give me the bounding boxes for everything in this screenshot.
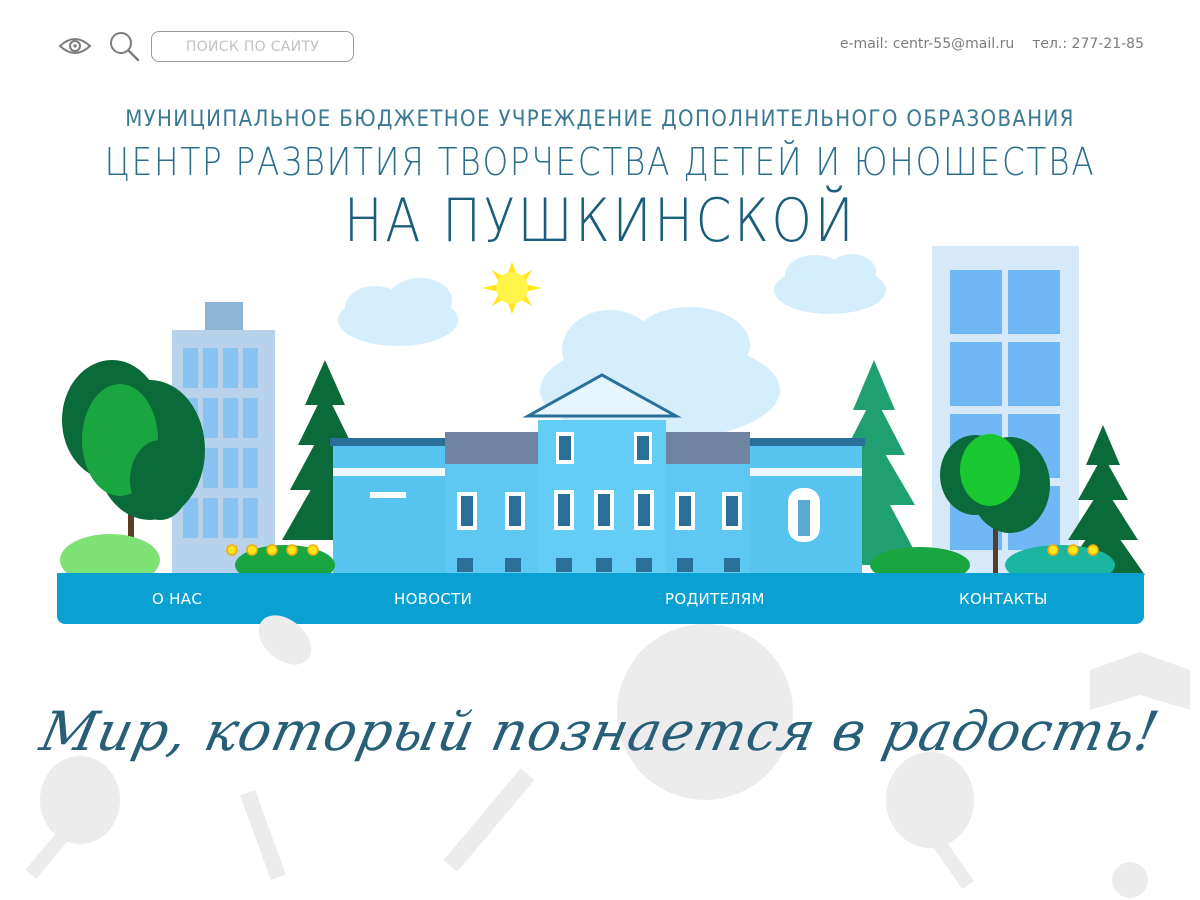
cloud-right (774, 254, 886, 314)
ping-pong-paddle-icon-right (886, 752, 974, 848)
search-input[interactable] (151, 31, 354, 62)
contact-info: e-mail: centr-55@mail.ru тел.: 277-21-85 (840, 36, 1144, 52)
institution-subtitle: МУНИЦИПАЛЬНОЕ БЮДЖЕТНОЕ УЧРЕЖДЕНИЕ ДОПОЛ… (125, 107, 1075, 132)
institution-title: ЦЕНТР РАЗВИТИЯ ТВОРЧЕСТВА ДЕТЕЙ И ЮНОШЕС… (104, 140, 1096, 184)
ping-pong-paddle-icon (40, 756, 120, 844)
eye-icon[interactable] (58, 32, 92, 60)
brush-icon (240, 789, 286, 881)
cloud-left (338, 278, 458, 346)
sun-icon (482, 262, 542, 314)
slogan: Мир, который познается в радость! (35, 700, 1165, 763)
top-bar: e-mail: centr-55@mail.ru тел.: 277-21-85 (0, 0, 1200, 92)
city-illustration (60, 246, 1145, 575)
pencil-icon (443, 768, 535, 872)
flowers-right (1047, 544, 1099, 556)
main-building (330, 373, 865, 575)
phone-number: тел.: 277-21-85 (1032, 36, 1144, 52)
bush-left (60, 534, 160, 575)
search-icon[interactable] (108, 30, 140, 62)
email-link[interactable]: e-mail: centr-55@mail.ru (840, 36, 1014, 52)
